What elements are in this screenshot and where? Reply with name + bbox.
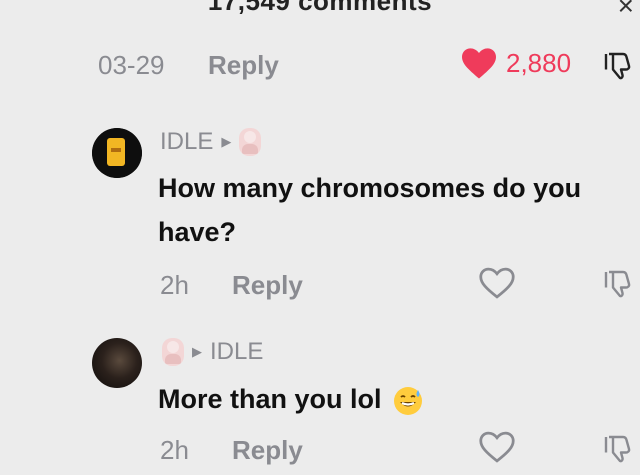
comment-text: How many chromosomes do you have? — [158, 166, 640, 254]
reply-button[interactable]: Reply — [208, 50, 279, 81]
comment-username[interactable]: ▶ IDLE — [162, 338, 263, 366]
avatar[interactable] — [92, 338, 142, 388]
caret-right-icon: ▶ — [221, 134, 232, 149]
close-icon[interactable]: × — [618, 0, 634, 22]
comments-count-title: 17,549 comments — [207, 0, 433, 16]
avatar[interactable] — [92, 128, 142, 178]
comment-text-line: How many chromosomes do you — [158, 173, 582, 203]
comment-time: 2h — [160, 270, 189, 300]
heart-icon[interactable] — [478, 266, 516, 300]
reply-button[interactable]: Reply — [232, 435, 303, 466]
comment-date: 03-29 — [98, 50, 165, 80]
reply-target-avatar — [162, 338, 184, 366]
reply-target-avatar — [239, 128, 262, 156]
dislike-icon[interactable] — [604, 50, 636, 82]
comment-text-content: More than you lol — [158, 384, 382, 414]
heart-icon — [462, 48, 496, 79]
username-text: IDLE — [210, 338, 264, 365]
heart-icon[interactable] — [478, 430, 516, 464]
comment-username[interactable]: IDLE ▶ — [160, 128, 262, 156]
dislike-icon[interactable] — [604, 433, 636, 465]
like-count: 2,880 — [506, 47, 572, 78]
caret-right-icon: ▶ — [192, 344, 202, 359]
dislike-icon[interactable] — [604, 268, 636, 300]
comment-text: More than you lol — [158, 377, 423, 421]
like-button[interactable]: 2,880 — [460, 46, 571, 80]
avatar-image — [92, 128, 142, 178]
grinning-sweat-emoji — [394, 386, 423, 415]
comment-time: 2h — [160, 435, 189, 465]
username-text: IDLE — [160, 128, 214, 155]
comment-text-line: have? — [158, 217, 237, 247]
reply-button[interactable]: Reply — [232, 270, 303, 301]
